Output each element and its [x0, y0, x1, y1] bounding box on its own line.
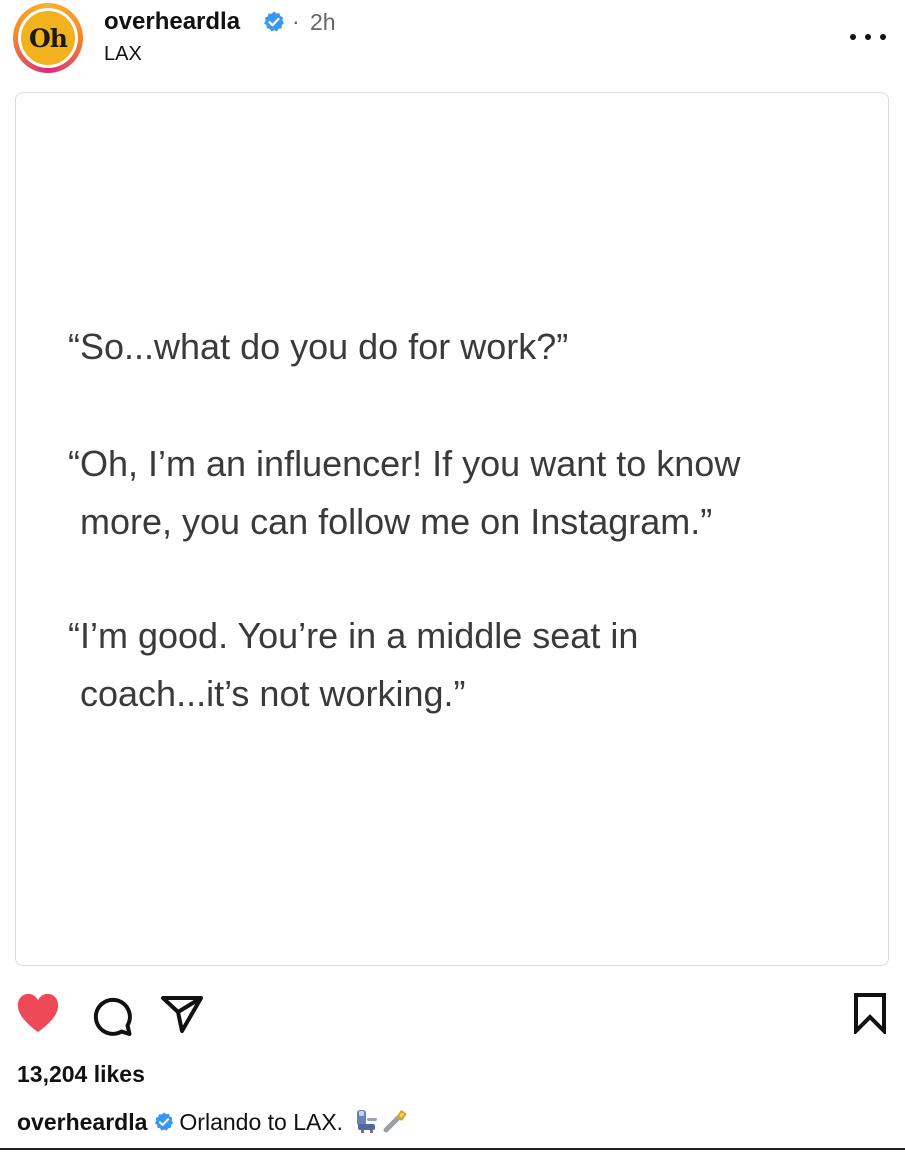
post-time: 2h: [310, 9, 336, 35]
username-link[interactable]: overheardla: [104, 8, 240, 36]
share-icon[interactable]: [160, 994, 204, 1034]
avatar-frame: Oh: [18, 8, 78, 68]
more-options-icon[interactable]: [850, 30, 886, 44]
location-link[interactable]: LAX: [104, 43, 142, 66]
post-caption: overheardla Orlando to LAX.: [17, 1108, 409, 1136]
avatar-logo: Oh: [21, 11, 75, 65]
seatbelt-emoji-icon: [383, 1110, 407, 1133]
caption-text: Orlando to LAX.: [179, 1109, 344, 1135]
likes-count[interactable]: 13,204 likes: [17, 1061, 145, 1088]
instagram-post: Oh overheardla · 2h LAX “So...what do yo…: [0, 0, 905, 1152]
caption-username[interactable]: overheardla: [17, 1109, 147, 1135]
quote-line: “So...what do you do for work?”: [68, 326, 569, 367]
seat-emoji-icon: [357, 1110, 378, 1133]
quote-line: “Oh, I’m an influencer! If you want to k…: [68, 443, 741, 484]
quote-block-2: “Oh, I’m an influencer! If you want to k…: [68, 435, 740, 551]
quote-block-3: “I’m good. You’re in a middle seat in co…: [68, 607, 638, 723]
comment-icon[interactable]: [90, 994, 134, 1038]
quote-line: coach...it’s not working.”: [80, 673, 466, 714]
avatar[interactable]: Oh: [13, 3, 83, 73]
quote-line: “I’m good. You’re in a middle seat in: [68, 615, 639, 656]
verified-badge-icon: [264, 11, 284, 32]
divider: [0, 1148, 905, 1150]
verified-badge-icon: [155, 1112, 174, 1131]
avatar-logo-text: Oh: [29, 23, 68, 53]
like-heart-icon[interactable]: [15, 992, 61, 1034]
post-header: Oh overheardla · 2h LAX: [0, 0, 905, 90]
save-bookmark-icon[interactable]: [853, 992, 887, 1034]
quote-line: more, you can follow me on Instagram.”: [80, 501, 713, 542]
time-separator: ·: [292, 8, 300, 34]
post-image[interactable]: “So...what do you do for work?” “Oh, I’m…: [15, 92, 889, 966]
